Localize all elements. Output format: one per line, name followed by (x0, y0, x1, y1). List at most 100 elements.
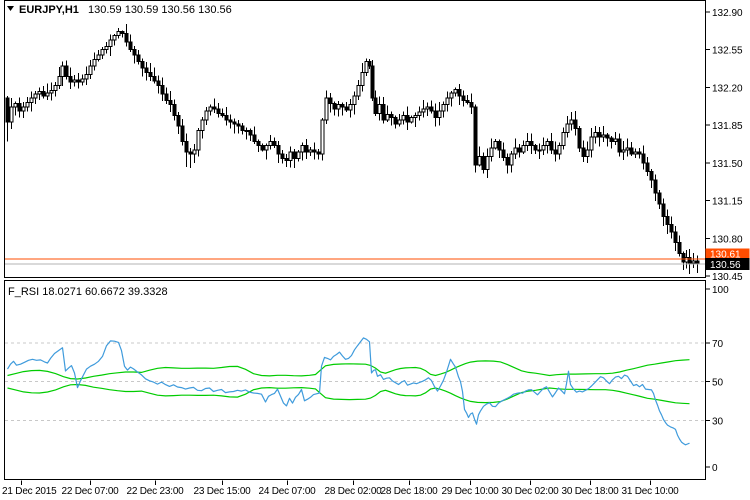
candle-down (578, 128, 581, 147)
candle-up (197, 131, 200, 150)
candle-down (313, 150, 316, 152)
candle-up (442, 105, 445, 111)
candle-up (510, 154, 513, 165)
candle-up (398, 120, 401, 124)
candle-down (257, 141, 260, 145)
indicator-tick-label: 30 (712, 417, 724, 428)
indicator-label: F_RSI 18.0271 60.6672 39.3328 (8, 286, 168, 298)
candle-down (498, 141, 501, 150)
candle-down (157, 81, 160, 85)
candle-down (638, 152, 641, 154)
indicator-pane[interactable] (5, 281, 706, 480)
indicator-tick-label: 0 (712, 463, 718, 474)
candle-up (590, 137, 593, 150)
candle-up (626, 148, 629, 150)
candle-up (93, 59, 96, 65)
candle-down (462, 96, 465, 100)
candle-down (153, 77, 156, 81)
time-tick-label: 21 Dec 2015 (2, 486, 57, 497)
candle-down (610, 138, 613, 141)
candle-up (514, 148, 517, 154)
indicator-tick-label: 100 (712, 285, 729, 296)
candle-up (634, 152, 637, 154)
candle-up (478, 156, 481, 165)
candle-down (221, 113, 224, 115)
candle-up (14, 104, 17, 107)
time-tick-label: 30 Dec 02:00 (501, 486, 559, 497)
price-tick-label: 131.85 (712, 121, 743, 132)
candle-down (65, 66, 68, 77)
candle-up (205, 111, 208, 120)
candle-down (121, 31, 124, 33)
candle-up (418, 112, 421, 115)
time-tick-label: 22 Dec 23:00 (126, 486, 184, 497)
candle-down (285, 159, 288, 161)
indicator-axis[interactable]: 1007050300 (706, 285, 730, 474)
candle-up (446, 98, 449, 104)
candle-down (374, 98, 377, 113)
candle-up (97, 55, 100, 59)
candle-up (386, 114, 389, 119)
candle-down (598, 133, 601, 137)
candle-up (562, 133, 565, 146)
candle-down (18, 104, 21, 112)
candle-up (570, 120, 573, 124)
candle-up (490, 148, 493, 157)
candle-up (422, 109, 425, 112)
time-tick-label: 23 Dec 15:00 (193, 486, 251, 497)
candle-down (482, 156, 485, 169)
candle-down (368, 62, 371, 66)
candle-up (301, 146, 304, 152)
candle-down (654, 180, 657, 193)
candle-up (378, 105, 381, 114)
candle-up (113, 36, 116, 40)
candle-down (582, 148, 585, 157)
candle-up (494, 141, 497, 147)
candle-up (73, 80, 76, 82)
candle-down (670, 224, 673, 232)
candle-down (229, 120, 232, 122)
candle-down (470, 103, 473, 107)
candle-up (117, 31, 120, 35)
price-tick-label: 130.45 (712, 272, 743, 283)
candle-down (141, 62, 144, 68)
candle-up (85, 74, 88, 78)
chart-window: 132.90132.55132.20131.85131.50131.15130.… (0, 0, 750, 500)
candle-down (554, 150, 557, 154)
symbol-title: EURJPY,H1 (19, 4, 79, 16)
candle-up (414, 115, 417, 117)
time-tick-label: 24 Dec 07:00 (258, 486, 316, 497)
candle-up (30, 98, 33, 102)
candle-down (674, 232, 677, 243)
candle-down (662, 204, 665, 217)
candle-up (309, 150, 312, 152)
candle-up (265, 146, 268, 150)
candle-down (133, 50, 136, 55)
candle-down (177, 115, 180, 126)
candle-down (458, 90, 461, 96)
time-tick-label: 28 Dec 02:00 (324, 486, 382, 497)
candle-down (518, 148, 521, 152)
price-axis[interactable]: 132.90132.55132.20131.85131.50131.15130.… (706, 8, 744, 283)
candle-down (550, 141, 553, 150)
candle-down (129, 42, 132, 50)
candle-up (558, 146, 561, 155)
candle-up (454, 90, 457, 93)
candle-down (173, 105, 176, 116)
candle-down (406, 115, 409, 121)
time-tick-label: 30 Dec 18:00 (561, 486, 619, 497)
candle-up (602, 135, 605, 137)
candle-up (546, 141, 549, 145)
candle-down (466, 100, 469, 102)
candle-down (430, 107, 433, 111)
candle-down (69, 77, 72, 82)
time-axis[interactable]: 21 Dec 201522 Dec 07:0022 Dec 23:0023 De… (2, 481, 679, 498)
candle-down (249, 131, 252, 135)
candle-up (594, 133, 597, 137)
candle-up (522, 146, 525, 152)
candle-down (181, 126, 184, 141)
candle-down (137, 55, 140, 61)
indicator-tick-label: 70 (712, 339, 724, 350)
candle-up (614, 139, 617, 141)
candle-down (225, 115, 228, 119)
